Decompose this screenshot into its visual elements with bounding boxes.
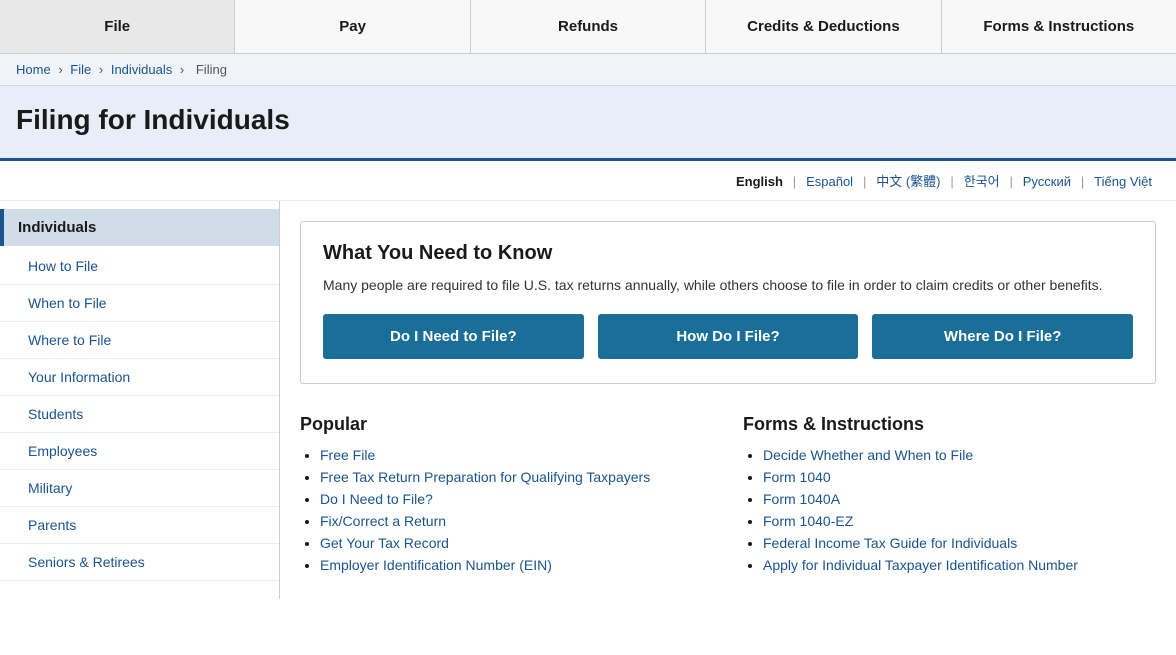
- list-item: Form 1040: [763, 469, 1156, 485]
- list-item: Get Your Tax Record: [320, 535, 713, 551]
- fi-form-1040ez[interactable]: Form 1040-EZ: [763, 513, 853, 529]
- nav-forms-instructions[interactable]: Forms & Instructions: [942, 0, 1176, 53]
- page-title: Filing for Individuals: [16, 104, 1160, 136]
- language-bar: English | Español | 中文 (繁體) | 한국어 | Русс…: [0, 161, 1176, 201]
- list-item: Federal Income Tax Guide for Individuals: [763, 535, 1156, 551]
- list-item: Form 1040-EZ: [763, 513, 1156, 529]
- info-box: What You Need to Know Many people are re…: [300, 221, 1156, 384]
- breadcrumb-bar: Home › File › Individuals › Filing: [0, 54, 1176, 86]
- sidebar: Individuals How to File When to File Whe…: [0, 201, 280, 599]
- list-item: Fix/Correct a Return: [320, 513, 713, 529]
- content-area: What You Need to Know Many people are re…: [280, 201, 1176, 599]
- sidebar-item-when-to-file[interactable]: When to File: [0, 285, 279, 322]
- lang-espanol[interactable]: Español: [806, 174, 853, 189]
- fi-decide-when-to-file[interactable]: Decide Whether and When to File: [763, 447, 973, 463]
- info-box-description: Many people are required to file U.S. ta…: [323, 275, 1133, 296]
- sidebar-item-students[interactable]: Students: [0, 396, 279, 433]
- sidebar-item-employees[interactable]: Employees: [0, 433, 279, 470]
- list-item: Free Tax Return Preparation for Qualifyi…: [320, 469, 713, 485]
- popular-get-tax-record[interactable]: Get Your Tax Record: [320, 535, 449, 551]
- lang-korean[interactable]: 한국어: [964, 174, 1000, 189]
- nav-pay[interactable]: Pay: [235, 0, 470, 53]
- popular-do-i-need-to-file[interactable]: Do I Need to File?: [320, 491, 433, 507]
- breadcrumb-home[interactable]: Home: [16, 62, 51, 77]
- sidebar-item-parents[interactable]: Parents: [0, 507, 279, 544]
- two-column-section: Popular Free File Free Tax Return Prepar…: [300, 414, 1156, 579]
- breadcrumb-file[interactable]: File: [70, 62, 91, 77]
- lang-vietnamese[interactable]: Tiếng Việt: [1094, 174, 1152, 189]
- sidebar-item-where-to-file[interactable]: Where to File: [0, 322, 279, 359]
- list-item: Do I Need to File?: [320, 491, 713, 507]
- fi-federal-income-tax-guide[interactable]: Federal Income Tax Guide for Individuals: [763, 535, 1017, 551]
- forms-instructions-list: Decide Whether and When to File Form 104…: [743, 447, 1156, 573]
- list-item: Decide Whether and When to File: [763, 447, 1156, 463]
- sidebar-item-how-to-file[interactable]: How to File: [0, 248, 279, 285]
- where-do-i-file-button[interactable]: Where Do I File?: [872, 314, 1133, 359]
- list-item: Free File: [320, 447, 713, 463]
- do-i-need-to-file-button[interactable]: Do I Need to File?: [323, 314, 584, 359]
- forms-instructions-section: Forms & Instructions Decide Whether and …: [743, 414, 1156, 579]
- popular-ein[interactable]: Employer Identification Number (EIN): [320, 557, 552, 573]
- forms-instructions-title: Forms & Instructions: [743, 414, 1156, 435]
- sidebar-item-military[interactable]: Military: [0, 470, 279, 507]
- how-do-i-file-button[interactable]: How Do I File?: [598, 314, 859, 359]
- breadcrumb-individuals[interactable]: Individuals: [111, 62, 172, 77]
- nav-refunds[interactable]: Refunds: [471, 0, 706, 53]
- list-item: Form 1040A: [763, 491, 1156, 507]
- info-box-title: What You Need to Know: [323, 242, 1133, 265]
- top-navigation: File Pay Refunds Credits & Deductions Fo…: [0, 0, 1176, 54]
- fi-form-1040a[interactable]: Form 1040A: [763, 491, 840, 507]
- nav-credits-deductions[interactable]: Credits & Deductions: [706, 0, 941, 53]
- popular-section: Popular Free File Free Tax Return Prepar…: [300, 414, 713, 579]
- lang-english[interactable]: English: [736, 174, 783, 189]
- main-layout: Individuals How to File When to File Whe…: [0, 201, 1176, 599]
- popular-free-tax-return[interactable]: Free Tax Return Preparation for Qualifyi…: [320, 469, 650, 485]
- info-buttons: Do I Need to File? How Do I File? Where …: [323, 314, 1133, 359]
- fi-form-1040[interactable]: Form 1040: [763, 469, 831, 485]
- page-header: Filing for Individuals: [0, 86, 1176, 161]
- nav-file[interactable]: File: [0, 0, 235, 53]
- breadcrumb-current: Filing: [196, 62, 227, 77]
- list-item: Employer Identification Number (EIN): [320, 557, 713, 573]
- popular-list: Free File Free Tax Return Preparation fo…: [300, 447, 713, 573]
- popular-fix-correct[interactable]: Fix/Correct a Return: [320, 513, 446, 529]
- sidebar-item-seniors-retirees[interactable]: Seniors & Retirees: [0, 544, 279, 581]
- sidebar-section-title: Individuals: [0, 209, 279, 246]
- popular-free-file[interactable]: Free File: [320, 447, 375, 463]
- breadcrumb: Home › File › Individuals › Filing: [16, 62, 1160, 77]
- fi-apply-itin[interactable]: Apply for Individual Taxpayer Identifica…: [763, 557, 1078, 573]
- list-item: Apply for Individual Taxpayer Identifica…: [763, 557, 1156, 573]
- lang-chinese[interactable]: 中文 (繁體): [876, 174, 940, 189]
- lang-russian[interactable]: Русский: [1023, 174, 1071, 189]
- sidebar-item-your-information[interactable]: Your Information: [0, 359, 279, 396]
- popular-title: Popular: [300, 414, 713, 435]
